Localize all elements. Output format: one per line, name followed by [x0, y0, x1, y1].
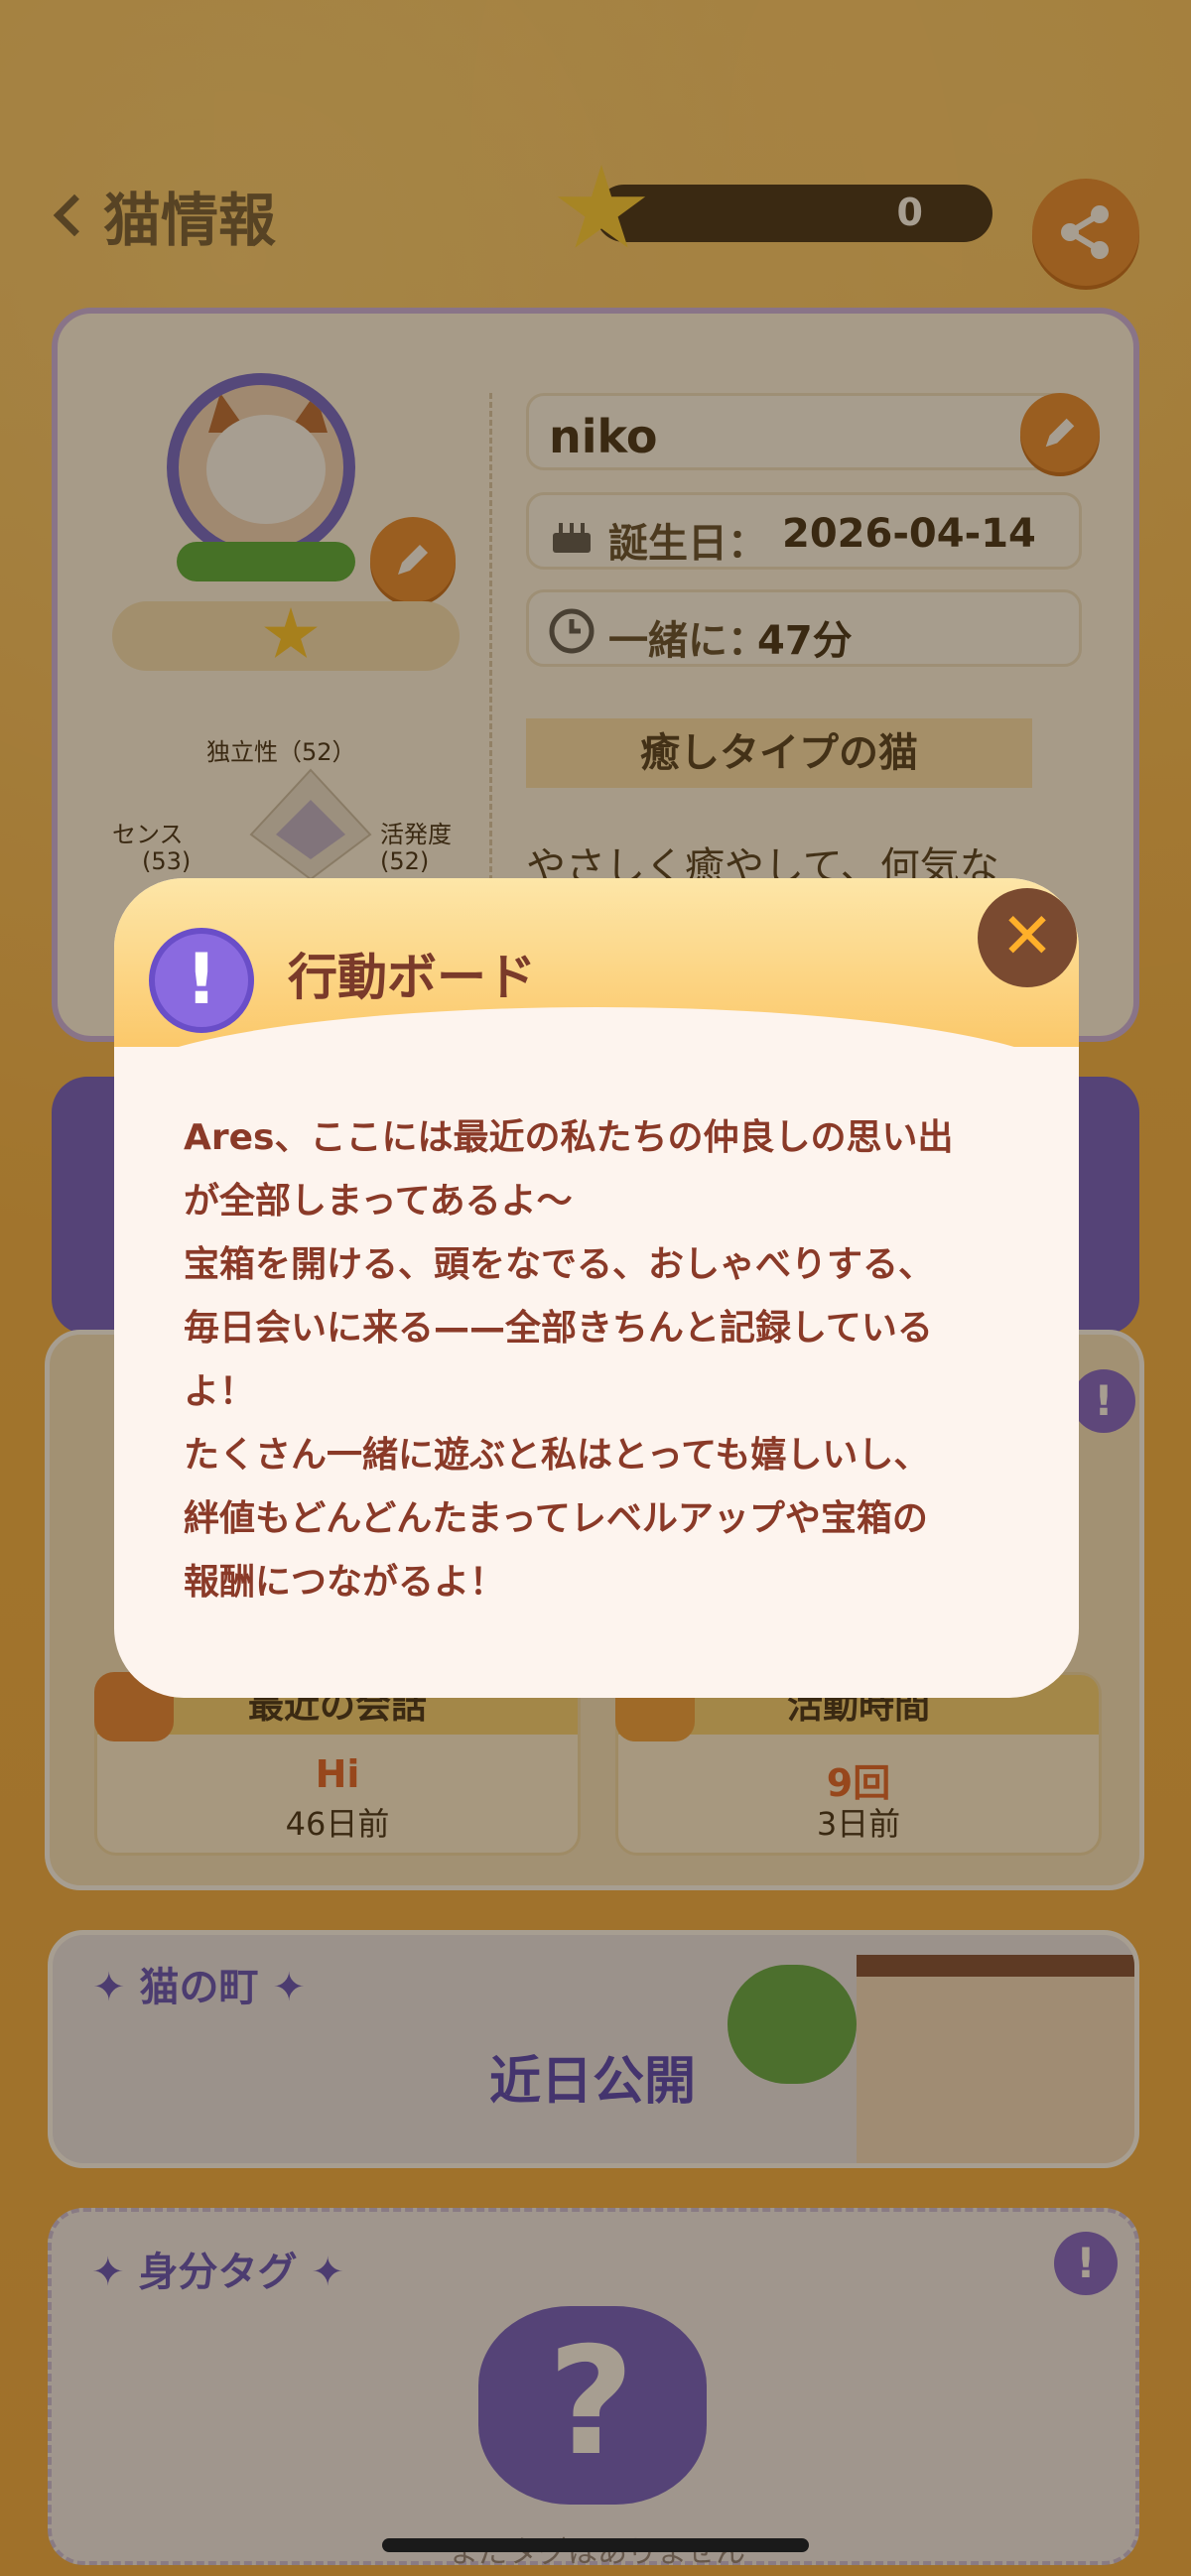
- modal-text-line: 報酬につながるよ！: [184, 1562, 506, 1603]
- modal-text-line: 毎日会いに来る——全部きちんと記録している: [184, 1308, 933, 1349]
- action-board-modal: ! 行動ボード Ares、ここには最近の私たちの仲良しの思い出 が全部しまってあ…: [114, 878, 1079, 1698]
- modal-text-line: たくさん一緒に遊ぶと私はとっても嬉しいし、: [184, 1435, 930, 1476]
- modal-text-line: 宝箱を開ける、頭をなでる、おしゃべりする、: [184, 1244, 935, 1285]
- modal-text-line: 絆値もどんどんたまってレベルアップや宝箱の: [184, 1498, 928, 1539]
- modal-text-line: Ares、ここには最近の私たちの仲良しの思い出: [184, 1117, 954, 1158]
- home-indicator[interactable]: [382, 2538, 809, 2552]
- close-button[interactable]: ✕: [978, 888, 1077, 987]
- modal-body: Ares、ここには最近の私たちの仲良しの思い出 が全部しまってあるよ〜 宝箱を開…: [184, 1106, 1017, 1614]
- modal-text-line: が全部しまってあるよ〜: [184, 1181, 573, 1222]
- modal-text-line: よ！: [184, 1371, 256, 1412]
- modal-title: 行動ボード: [288, 949, 536, 1006]
- info-icon: !: [149, 928, 254, 1033]
